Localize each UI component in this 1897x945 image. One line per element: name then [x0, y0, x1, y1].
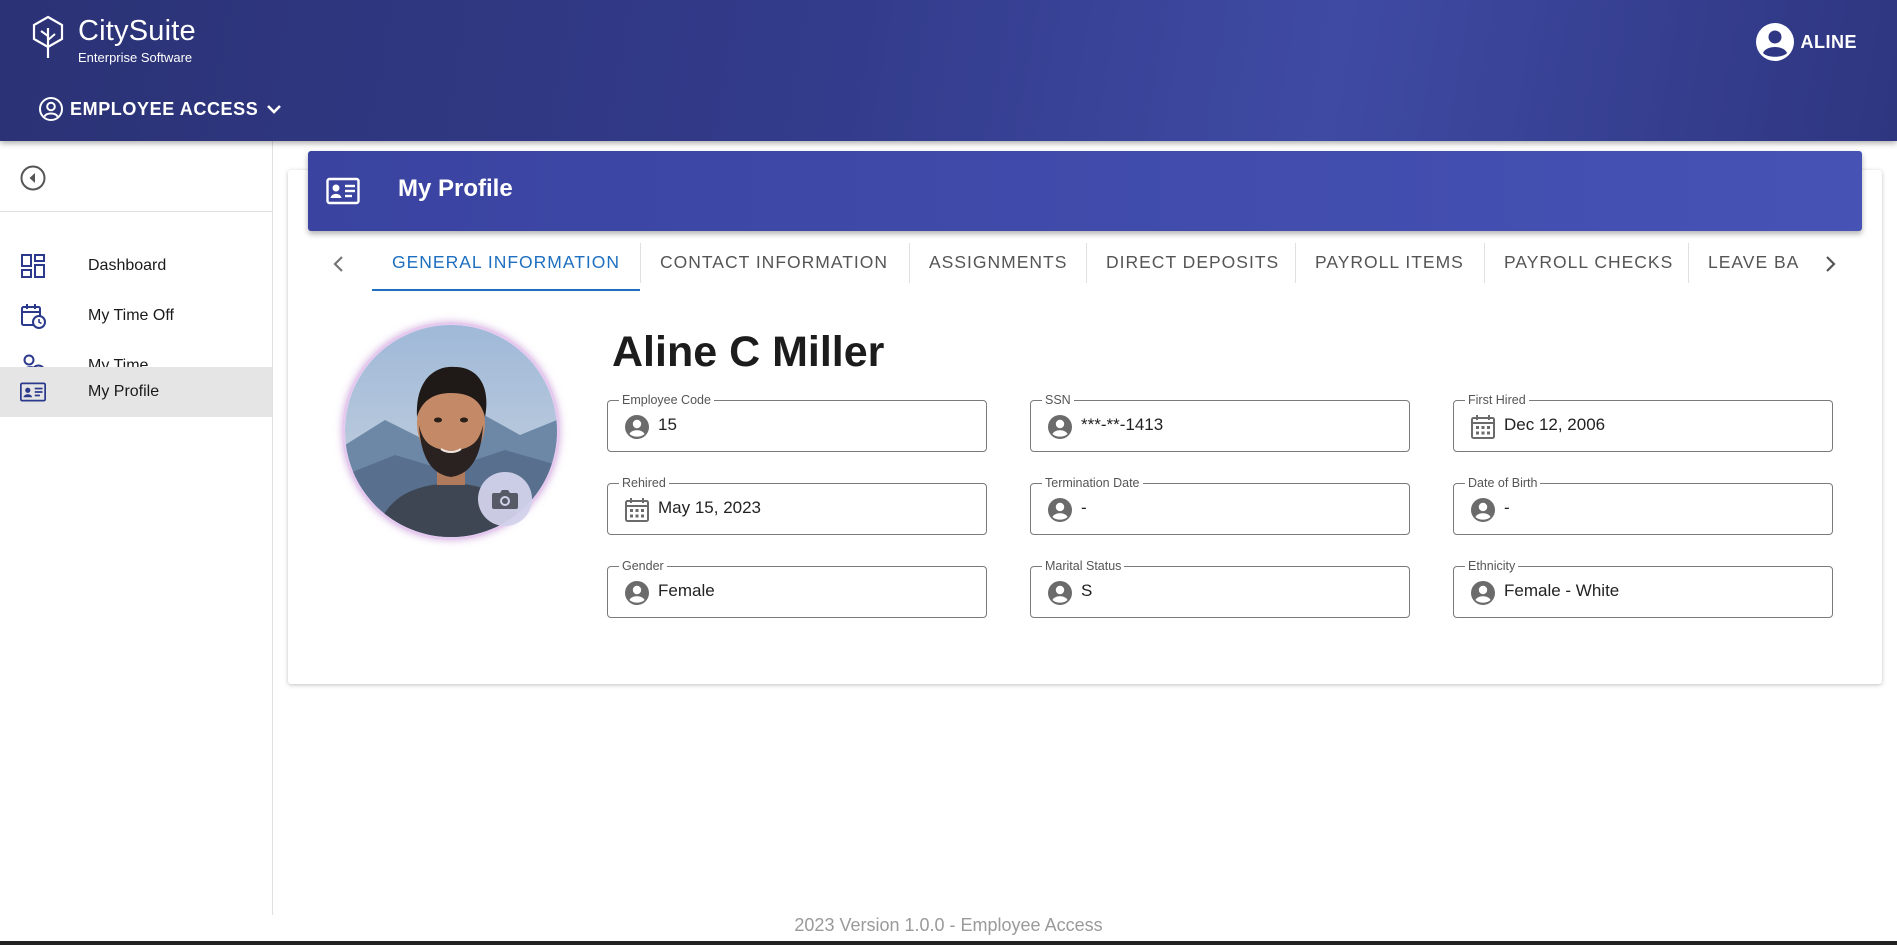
- tab-leave-balances[interactable]: LEAVE BA: [1688, 238, 1804, 292]
- person-icon: [1048, 415, 1072, 439]
- account-circle-icon: [39, 97, 63, 121]
- tab-assignments[interactable]: ASSIGNMENTS: [909, 238, 1087, 292]
- field-label: Rehired: [619, 475, 669, 491]
- sidebar-item-label: My Profile: [88, 383, 160, 400]
- person-icon: [625, 581, 649, 605]
- bottom-border: [0, 941, 1897, 945]
- user-menu[interactable]: ALINE: [1755, 22, 1858, 62]
- field-label: SSN: [1042, 392, 1074, 408]
- person-icon: [1048, 498, 1072, 522]
- date-of-birth-field[interactable]: Date of Birth -: [1453, 475, 1833, 535]
- sidebar-item-dashboard[interactable]: Dashboard: [0, 241, 272, 291]
- first-hired-field[interactable]: First Hired Dec 12, 2006: [1453, 392, 1833, 452]
- termination-date-field[interactable]: Termination Date -: [1030, 475, 1410, 535]
- module-switcher[interactable]: EMPLOYEE ACCESS: [38, 96, 284, 122]
- field-value: -: [1081, 498, 1087, 517]
- ssn-field[interactable]: SSN ***-**-1413: [1030, 392, 1410, 452]
- person-icon: [1048, 581, 1072, 605]
- chevron-down-icon: [267, 105, 282, 114]
- tab-strip: GENERAL INFORMATION CONTACT INFORMATION …: [372, 238, 1804, 292]
- field-value: Female: [658, 581, 715, 600]
- tab-direct-deposits[interactable]: DIRECT DEPOSITS: [1086, 238, 1299, 292]
- app-name: CitySuite: [78, 15, 196, 47]
- field-label: Termination Date: [1042, 475, 1143, 491]
- field-value: -: [1504, 498, 1510, 517]
- collapse-sidebar-icon[interactable]: [19, 164, 47, 192]
- sidebar-divider: [0, 211, 272, 212]
- sidebar-item-label: My Time Off: [88, 307, 174, 324]
- person-icon: [1471, 581, 1495, 605]
- field-value: Dec 12, 2006: [1504, 415, 1606, 434]
- employee-full-name: Aline C Miller: [612, 328, 885, 376]
- app-bar: CitySuite Enterprise Software EMPLOYEE A…: [0, 0, 1897, 141]
- field-label: Gender: [619, 558, 667, 574]
- tree-logo-icon: [32, 15, 64, 58]
- field-label: Marital Status: [1042, 558, 1125, 574]
- dashboard-icon: [21, 254, 45, 278]
- profile-tabs: GENERAL INFORMATION CONTACT INFORMATION …: [308, 238, 1862, 292]
- calendar-icon: [625, 498, 649, 522]
- tab-payroll-items[interactable]: PAYROLL ITEMS: [1295, 238, 1484, 292]
- chevron-left-icon[interactable]: [326, 251, 352, 277]
- profile-photo: [342, 322, 560, 540]
- app-logo[interactable]: CitySuite Enterprise Software: [30, 14, 196, 66]
- field-value: ***-**-1413: [1081, 415, 1164, 434]
- field-value: S: [1081, 581, 1093, 600]
- gender-field[interactable]: Gender Female: [607, 558, 987, 618]
- person-icon: [625, 415, 649, 439]
- footer-version: 2023 Version 1.0.0 - Employee Access: [794, 915, 1103, 935]
- tab-payroll-checks[interactable]: PAYROLL CHECKS: [1484, 238, 1693, 292]
- chevron-right-icon[interactable]: [1817, 251, 1843, 277]
- active-tab-indicator: [372, 289, 640, 291]
- sidebar-item-my-time-off[interactable]: My Time Off: [0, 291, 272, 341]
- user-avatar-icon: [1755, 23, 1794, 61]
- calendar-clock-icon: [21, 304, 46, 329]
- tab-general-information[interactable]: GENERAL INFORMATION: [372, 238, 640, 292]
- field-label: Ethnicity: [1465, 558, 1519, 574]
- id-card-icon: [326, 177, 360, 205]
- field-value: May 15, 2023: [658, 498, 762, 517]
- tab-contact-information[interactable]: CONTACT INFORMATION: [640, 238, 908, 292]
- page-header: My Profile: [308, 151, 1862, 231]
- sidebar-item-my-profile[interactable]: My Profile: [0, 367, 272, 417]
- camera-icon: [492, 490, 518, 509]
- ethnicity-field[interactable]: Ethnicity Female - White: [1453, 558, 1833, 618]
- page-title: My Profile: [398, 175, 513, 202]
- calendar-icon: [1471, 415, 1495, 439]
- marital-status-field[interactable]: Marital Status S: [1030, 558, 1410, 618]
- field-label: Date of Birth: [1465, 475, 1541, 491]
- person-icon: [1471, 498, 1495, 522]
- sidebar-item-label: Dashboard: [88, 257, 167, 274]
- change-photo-button[interactable]: [478, 472, 532, 526]
- field-label: Employee Code: [619, 392, 714, 408]
- field-label: First Hired: [1465, 392, 1529, 408]
- app-tagline: Enterprise Software: [78, 50, 193, 65]
- sidebar: Dashboard My Time Off My Time My Profile: [0, 141, 273, 915]
- rehired-field[interactable]: Rehired May 15, 2023: [607, 475, 987, 535]
- module-label: EMPLOYEE ACCESS: [70, 98, 259, 119]
- employee-code-field[interactable]: Employee Code 15: [607, 392, 987, 452]
- field-value: 15: [658, 415, 677, 434]
- field-value: Female - White: [1504, 581, 1620, 600]
- id-card-icon: [20, 382, 46, 402]
- user-name: ALINE: [1800, 31, 1857, 52]
